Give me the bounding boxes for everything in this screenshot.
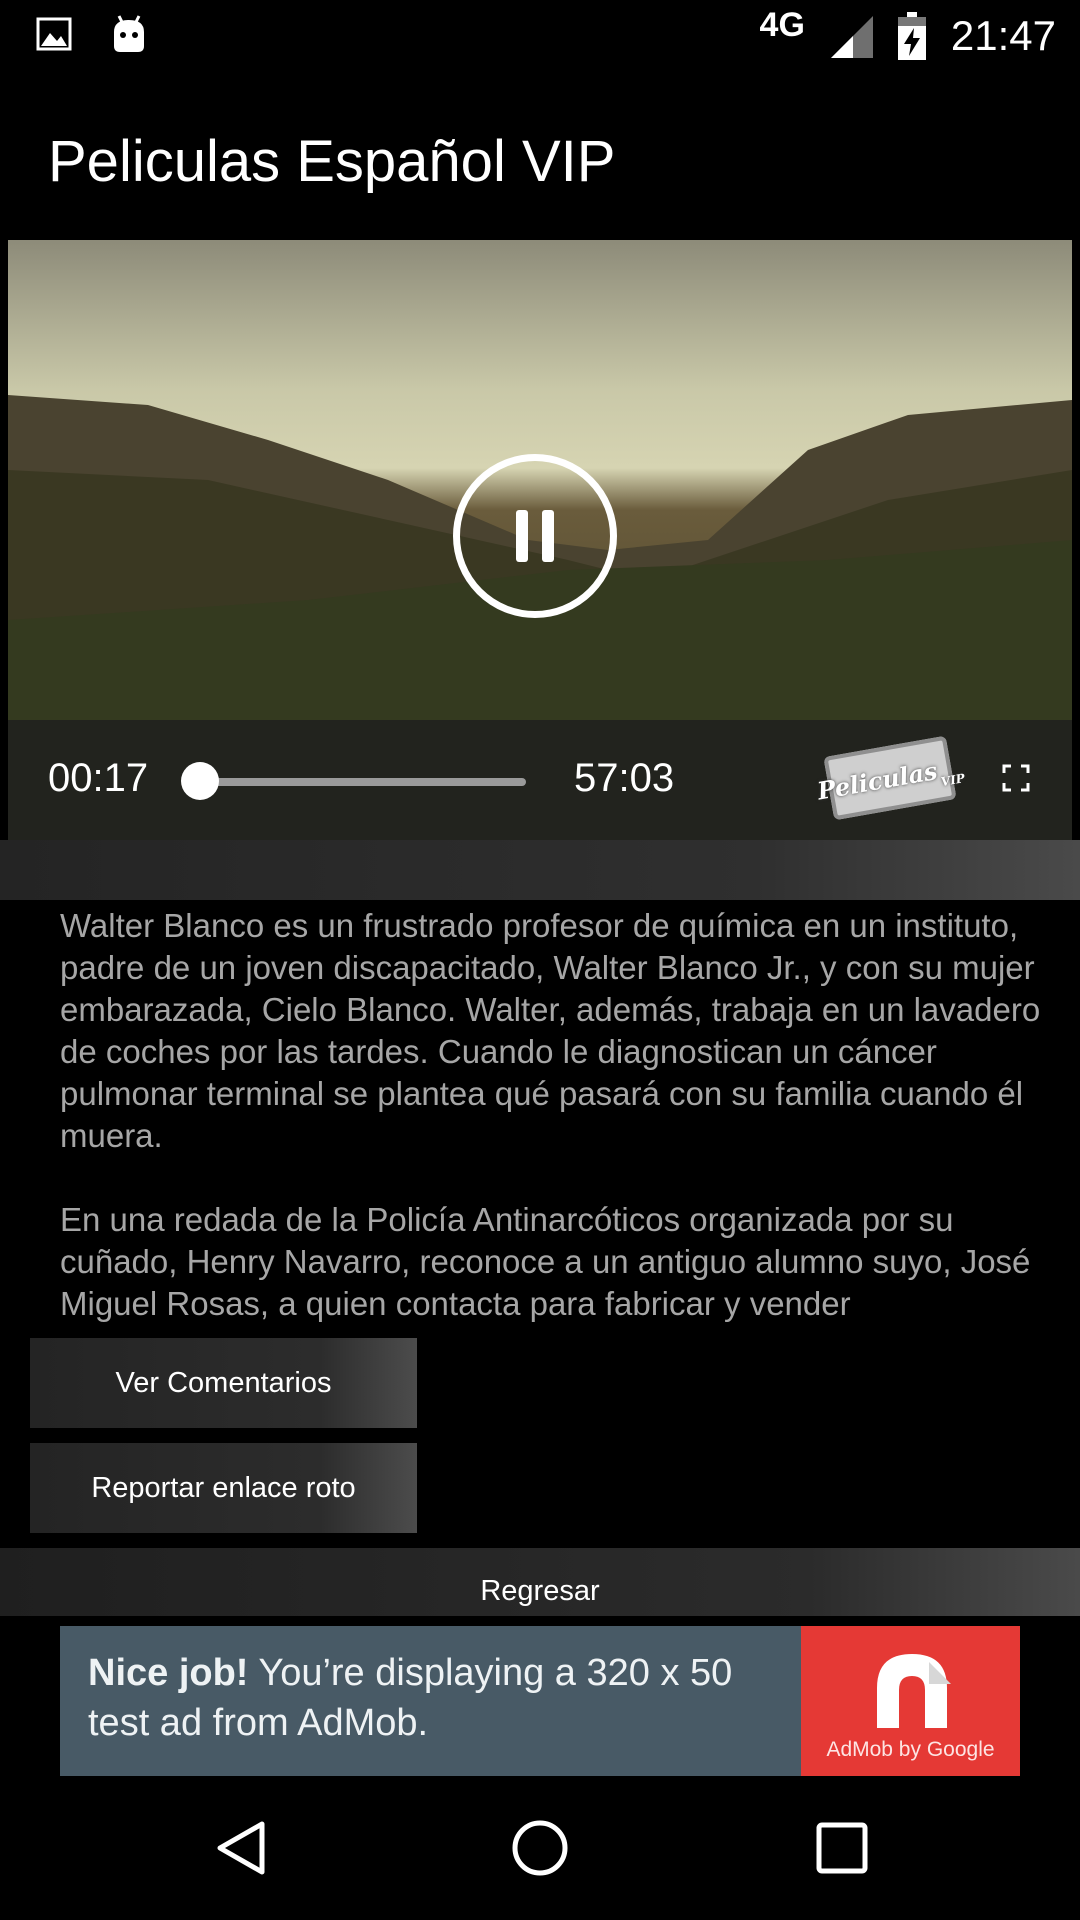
divider-bar bbox=[0, 840, 1080, 900]
page-title: Peliculas Español VIP bbox=[48, 129, 616, 194]
seek-bar[interactable] bbox=[180, 762, 526, 800]
description-paragraph: En una redada de la Policía Antinarcótic… bbox=[60, 1201, 1031, 1322]
android-notification-icon bbox=[114, 15, 144, 52]
seek-thumb[interactable] bbox=[180, 762, 219, 800]
player-controls: 00:17 57:03 Peliculas VIP bbox=[8, 720, 1072, 840]
ad-text: Nice job! You’re displaying a 320 x 50 t… bbox=[88, 1648, 788, 1748]
status-bar: 4G 21:47 bbox=[0, 0, 1080, 70]
clock: 21:47 bbox=[950, 12, 1056, 59]
admob-icon bbox=[877, 1654, 951, 1728]
ad-banner[interactable]: Nice job! You’re displaying a 320 x 50 t… bbox=[60, 1626, 1020, 1776]
app-bar: Peliculas Español VIP bbox=[0, 70, 1080, 240]
video-player[interactable]: 00:17 57:03 Peliculas VIP bbox=[8, 240, 1072, 840]
fullscreen-icon[interactable] bbox=[1002, 764, 1030, 792]
pause-icon bbox=[509, 510, 561, 562]
home-icon[interactable] bbox=[510, 1818, 570, 1878]
peliculas-vip-logo: Peliculas VIP bbox=[815, 735, 966, 821]
total-time: 57:03 bbox=[574, 756, 675, 800]
logo-subtext: VIP bbox=[939, 771, 966, 790]
description-paragraph: Walter Blanco es un frustrado profesor d… bbox=[60, 907, 1041, 1154]
logo-text: Peliculas bbox=[815, 755, 940, 806]
ad-headline: Nice job! bbox=[88, 1652, 249, 1694]
movie-description[interactable]: Walter Blanco es un frustrado profesor d… bbox=[60, 905, 1050, 1325]
admob-logo: AdMob by Google bbox=[801, 1626, 1020, 1776]
pause-button[interactable] bbox=[453, 454, 617, 618]
image-notification-icon bbox=[36, 17, 72, 51]
back-icon[interactable] bbox=[212, 1818, 272, 1878]
recents-icon[interactable] bbox=[812, 1818, 872, 1878]
view-comments-button[interactable]: Ver Comentarios bbox=[30, 1338, 417, 1428]
signal-icon bbox=[830, 16, 873, 58]
network-type: 4G bbox=[759, 5, 805, 44]
admob-caption: AdMob by Google bbox=[826, 1738, 995, 1761]
back-button[interactable]: Regresar bbox=[0, 1548, 1080, 1616]
battery-charging-icon bbox=[897, 12, 926, 60]
current-time: 00:17 bbox=[48, 756, 149, 800]
report-broken-link-button[interactable]: Reportar enlace roto bbox=[30, 1443, 417, 1533]
navigation-bar bbox=[0, 1776, 1080, 1920]
